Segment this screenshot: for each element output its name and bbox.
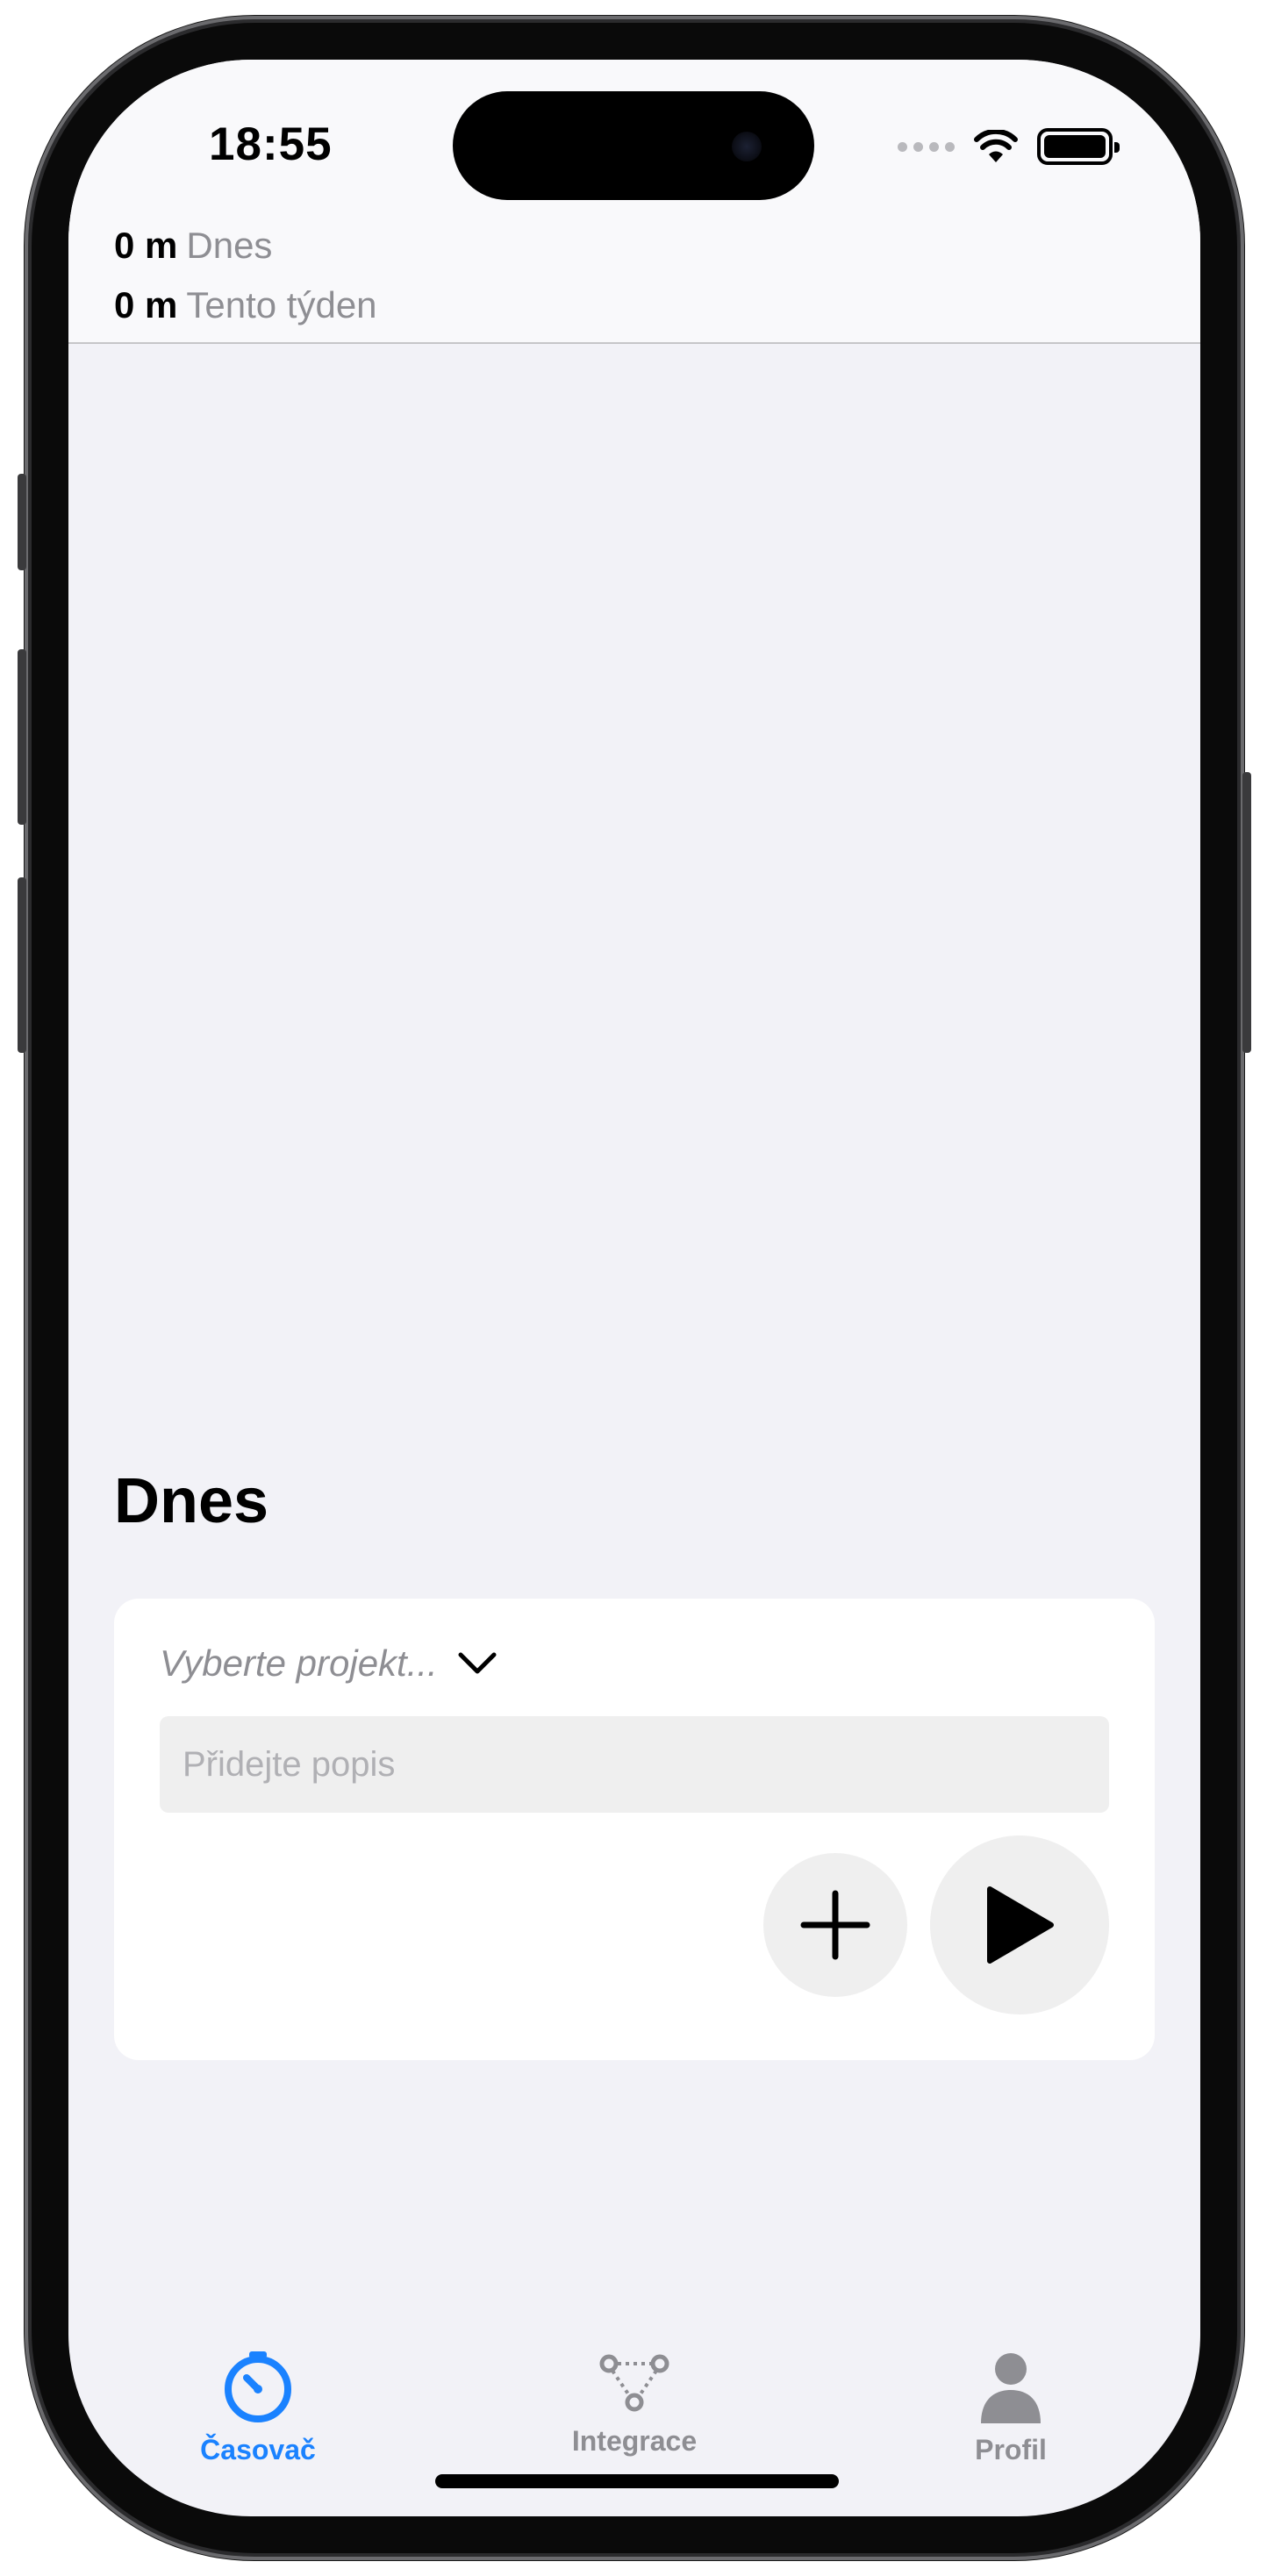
week-label: Tento týden [186,284,377,326]
project-picker[interactable]: Vyberte projekt... [160,1642,497,1685]
section-title: Dnes [114,1466,269,1536]
cellular-signal-icon [898,141,955,152]
profile-icon [981,2353,1041,2423]
summary-header: 18:55 0 m Dnes 0 m Tento týden [68,60,1200,344]
today-label: Dnes [186,225,273,266]
power-button [1242,772,1251,1053]
today-duration: 0 m [114,225,178,266]
dynamic-island [453,91,814,200]
tab-label: Integrace [571,2425,698,2457]
home-indicator[interactable] [435,2474,839,2488]
wifi-icon [974,130,1018,162]
volume-up-button [18,649,26,825]
camera-icon [732,132,762,161]
add-entry-button[interactable] [763,1853,907,1997]
app-screen: 18:55 0 m Dnes 0 m Tento týden Dnes Vybe… [68,60,1200,2516]
status-icons [898,128,1120,165]
volume-down-button [18,877,26,1053]
project-picker-label: Vyberte projekt... [160,1642,438,1684]
play-icon [987,1886,1054,1964]
tab-timer[interactable]: Časovač [126,2351,390,2466]
chevron-down-icon [458,1652,497,1674]
week-duration: 0 m [114,284,178,326]
description-input[interactable] [160,1716,1109,1813]
status-time: 18:55 [209,118,333,170]
tab-label: Časovač [200,2434,316,2465]
start-timer-button[interactable] [930,1835,1109,2014]
time-entry-card: Vyberte projekt... [114,1599,1155,2060]
tab-profile[interactable]: Profil [879,2351,1142,2466]
summary-today: 0 m Dnes [114,225,272,267]
tab-label: Profil [975,2434,1047,2465]
tab-integrations[interactable]: Integrace [503,2351,766,2458]
action-button [18,474,26,570]
summary-week: 0 m Tento týden [114,284,377,326]
battery-icon [1037,128,1120,165]
timer-icon [225,2351,291,2422]
integration-icon [599,2354,669,2412]
plus-icon [800,1890,870,1960]
